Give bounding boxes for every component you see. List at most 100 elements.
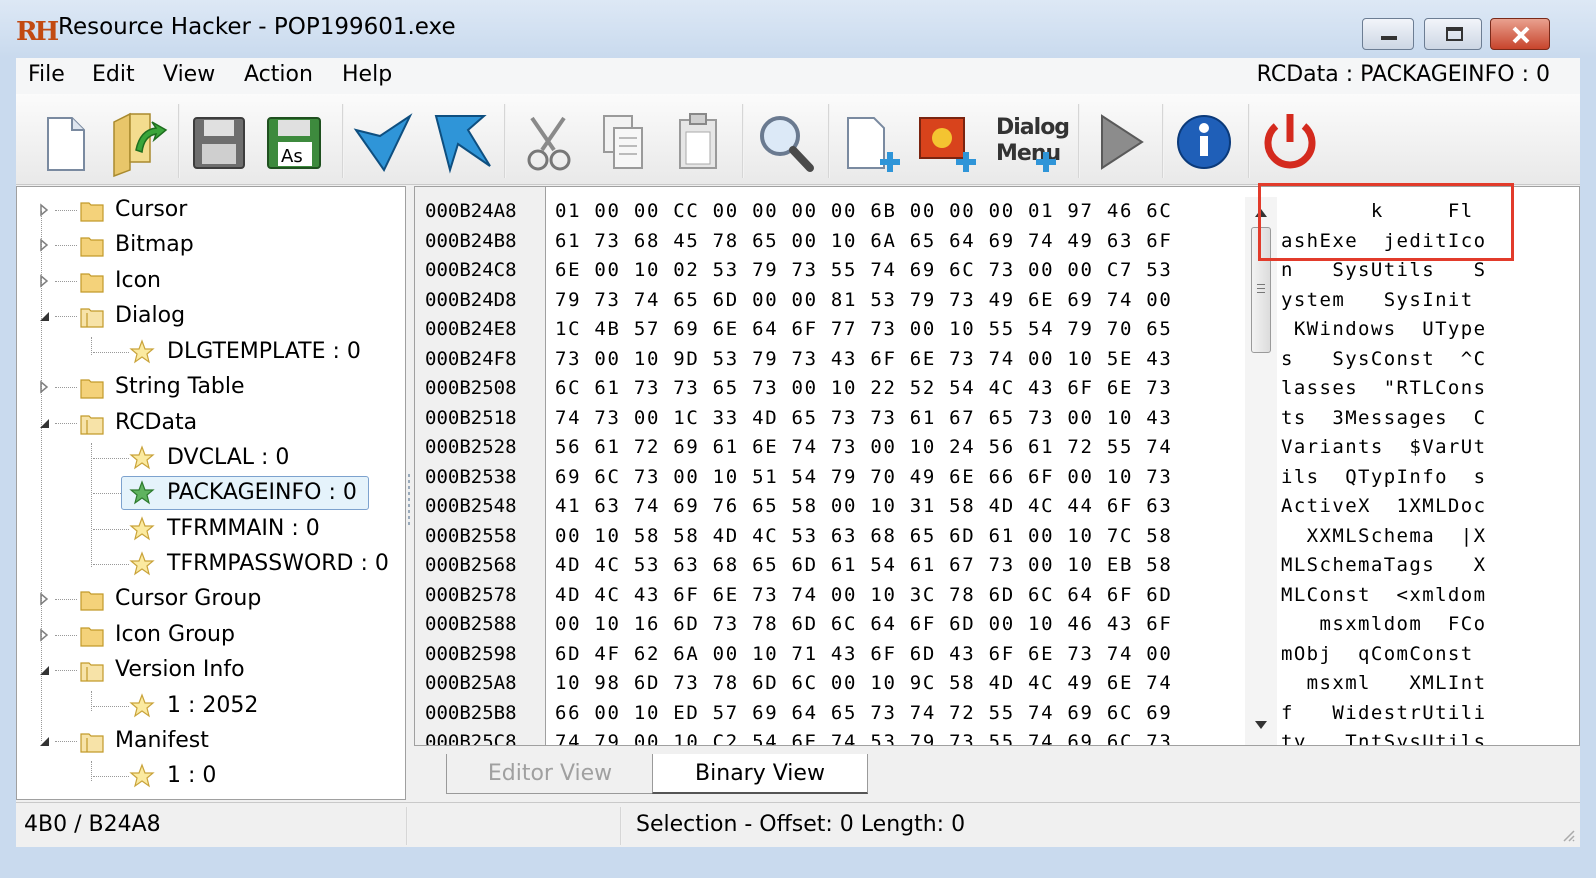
collapse-icon[interactable] <box>37 416 51 430</box>
cut-button[interactable] <box>510 100 586 180</box>
bookmark-icon <box>434 115 491 174</box>
minimize-button[interactable] <box>1362 18 1414 50</box>
menu-view[interactable]: View <box>163 62 215 87</box>
tree-node-tfrmmain[interactable]: TFRMMAIN : 0 <box>17 512 405 546</box>
hex-row[interactable]: 74 79 00 10 C2 54 6E 74 53 79 73 55 74 6… <box>555 728 1173 745</box>
toolbar-separator <box>1248 104 1250 178</box>
new-file-button[interactable] <box>28 100 104 180</box>
close-button[interactable] <box>1490 18 1550 50</box>
ascii-row[interactable]: s SysConst ^C <box>1281 345 1486 375</box>
ascii-row[interactable]: lasses "RTLCons <box>1281 374 1486 404</box>
hex-row[interactable]: 6D 4F 62 6A 00 10 71 43 6F 6D 43 6F 6E 7… <box>555 640 1173 670</box>
hex-row[interactable]: 73 00 10 9D 53 79 73 43 6F 6E 73 74 00 1… <box>555 345 1173 375</box>
ascii-row[interactable]: Variants $VarUt <box>1281 433 1486 463</box>
save-button[interactable] <box>184 100 260 180</box>
ascii-row[interactable]: ystem SysInit <box>1281 286 1474 316</box>
tree-node-rcdata[interactable]: RCData <box>17 406 405 440</box>
title-bar[interactable]: RH Resource Hacker - POP199601.exe <box>0 0 1596 58</box>
open-file-button[interactable] <box>100 100 176 180</box>
splitter-grip-icon[interactable] <box>406 470 412 530</box>
tree-node-icon-group[interactable]: Icon Group <box>17 618 405 652</box>
expand-icon[interactable] <box>37 628 51 642</box>
ascii-column[interactable]: k Fl ashExe jeditIco n SysUtils System Sys… <box>1279 187 1579 745</box>
save-as-button[interactable]: As <box>262 100 338 180</box>
menu-action[interactable]: Action <box>244 62 313 87</box>
hex-row[interactable]: 61 73 68 45 78 65 00 10 6A 65 64 69 74 4… <box>555 227 1173 257</box>
menu-edit[interactable]: Edit <box>92 62 135 87</box>
collapse-icon[interactable] <box>37 663 51 677</box>
tree-node-dialog[interactable]: Dialog <box>17 299 405 333</box>
hex-bytes-column[interactable]: 01 00 00 CC 00 00 00 00 6B 00 00 00 01 9… <box>549 187 1243 745</box>
exit-button[interactable] <box>1254 100 1330 180</box>
hex-row[interactable]: 1C 4B 57 69 6E 64 6F 77 73 00 10 55 54 7… <box>555 315 1173 345</box>
run-script-button[interactable] <box>1084 100 1160 180</box>
resource-tree[interactable]: Cursor Bitmap Icon Dialog DLGTEMPLATE : … <box>16 186 406 800</box>
hex-row[interactable]: 69 6C 73 00 10 51 54 79 70 49 6E 66 6F 0… <box>555 463 1173 493</box>
ascii-row[interactable]: ils QTypInfo s <box>1281 463 1486 493</box>
dialog-menu-button[interactable]: Dialog Menu <box>986 100 1076 180</box>
collapse-icon[interactable] <box>37 309 51 323</box>
tree-node-packageinfo[interactable]: PACKAGEINFO : 0 <box>17 476 405 510</box>
tree-node-tfrmpassword[interactable]: TFRMPASSWORD : 0 <box>17 547 405 581</box>
hex-row[interactable]: 6E 00 10 02 53 79 73 55 74 69 6C 73 00 0… <box>555 256 1173 286</box>
hex-row[interactable]: 4D 4C 43 6F 6E 73 74 00 10 3C 78 6D 6C 6… <box>555 581 1173 611</box>
expand-icon[interactable] <box>37 238 51 252</box>
scroll-down-icon[interactable] <box>1255 721 1267 729</box>
hex-row[interactable]: 41 63 74 69 76 65 58 00 10 31 58 4D 4C 4… <box>555 492 1173 522</box>
expand-icon[interactable] <box>37 592 51 606</box>
collapse-icon[interactable] <box>37 734 51 748</box>
ascii-row[interactable]: msxml XMLInt <box>1281 669 1486 699</box>
ascii-row[interactable]: ActiveX 1XMLDoc <box>1281 492 1486 522</box>
menu-file[interactable]: File <box>28 62 65 87</box>
hex-row[interactable]: 00 10 58 58 4D 4C 53 63 68 65 6D 61 00 1… <box>555 522 1173 552</box>
ascii-row[interactable]: ty TntSysUtils <box>1281 728 1486 745</box>
hex-row[interactable]: 4D 4C 53 63 68 65 6D 61 54 61 67 73 00 1… <box>555 551 1173 581</box>
menu-help[interactable]: Help <box>342 62 392 87</box>
copy-button[interactable] <box>586 100 662 180</box>
hex-row[interactable]: 74 73 00 1C 33 4D 65 73 73 61 67 65 73 0… <box>555 404 1173 434</box>
tree-node-bitmap[interactable]: Bitmap <box>17 228 405 262</box>
expand-icon[interactable] <box>37 380 51 394</box>
ascii-row[interactable]: MLConst <xmldom <box>1281 581 1486 611</box>
tree-node-version-info[interactable]: Version Info <box>17 653 405 687</box>
compile-button[interactable] <box>348 100 424 180</box>
expand-icon[interactable] <box>37 274 51 288</box>
hex-row[interactable]: 56 61 72 69 61 6E 74 73 00 10 24 56 61 7… <box>555 433 1173 463</box>
tree-node-dlgtemplate[interactable]: DLGTEMPLATE : 0 <box>17 335 405 369</box>
tree-node-version-1-2052[interactable]: 1 : 2052 <box>17 689 405 723</box>
ascii-row[interactable]: msxmldom FCo <box>1281 610 1486 640</box>
hex-row[interactable]: 66 00 10 ED 57 69 64 65 73 74 72 55 74 6… <box>555 699 1173 729</box>
hex-row[interactable]: 01 00 00 CC 00 00 00 00 6B 00 00 00 01 9… <box>555 197 1173 227</box>
binary-view-panel[interactable]: 000B24A8 000B24B8 000B24C8 000B24D8 000B24E8… <box>414 186 1580 746</box>
ascii-row[interactable]: mObj qComConst <box>1281 640 1474 670</box>
ascii-row[interactable]: XXMLSchema |X <box>1281 522 1486 552</box>
about-button[interactable] <box>1168 100 1244 180</box>
tree-node-dvclal[interactable]: DVCLAL : 0 <box>17 441 405 475</box>
maximize-button[interactable] <box>1424 18 1482 50</box>
expand-icon[interactable] <box>37 203 51 217</box>
hex-row[interactable]: 6C 61 73 73 65 73 00 10 22 52 54 4C 43 6… <box>555 374 1173 404</box>
hex-row[interactable]: 00 10 16 6D 73 78 6D 6C 64 6F 6D 00 10 4… <box>555 610 1173 640</box>
hex-row[interactable]: 79 73 74 65 6D 00 00 81 53 79 73 49 6E 6… <box>555 286 1173 316</box>
add-image-resource-button[interactable] <box>910 100 986 180</box>
ascii-row[interactable]: KWindows UType <box>1281 315 1486 345</box>
ascii-row[interactable]: ts 3Messages C <box>1281 404 1486 434</box>
paste-button[interactable] <box>662 100 738 180</box>
tree-node-manifest-1-0[interactable]: 1 : 0 <box>17 759 405 793</box>
ascii-row[interactable]: MLSchemaTags X <box>1281 551 1486 581</box>
toolbar-separator <box>504 104 506 178</box>
tree-node-cursor[interactable]: Cursor <box>17 193 405 227</box>
bookmark-button[interactable] <box>424 100 500 180</box>
resize-grip-icon[interactable] <box>1560 827 1576 843</box>
tree-node-icon[interactable]: Icon <box>17 264 405 298</box>
find-button[interactable] <box>748 100 824 180</box>
tab-binary-view[interactable]: Binary View <box>652 754 868 794</box>
tree-node-manifest[interactable]: Manifest <box>17 724 405 758</box>
tree-node-cursor-group[interactable]: Cursor Group <box>17 582 405 616</box>
ascii-row[interactable]: f WidestrUtili <box>1281 699 1486 729</box>
vertical-scrollbar[interactable] <box>1245 197 1277 745</box>
hex-row[interactable]: 10 98 6D 73 78 6D 6C 00 10 9C 58 4D 4C 4… <box>555 669 1173 699</box>
tree-node-string-table[interactable]: String Table <box>17 370 405 404</box>
add-blank-resource-button[interactable] <box>834 100 910 180</box>
tab-editor-view[interactable]: Editor View <box>446 754 654 794</box>
